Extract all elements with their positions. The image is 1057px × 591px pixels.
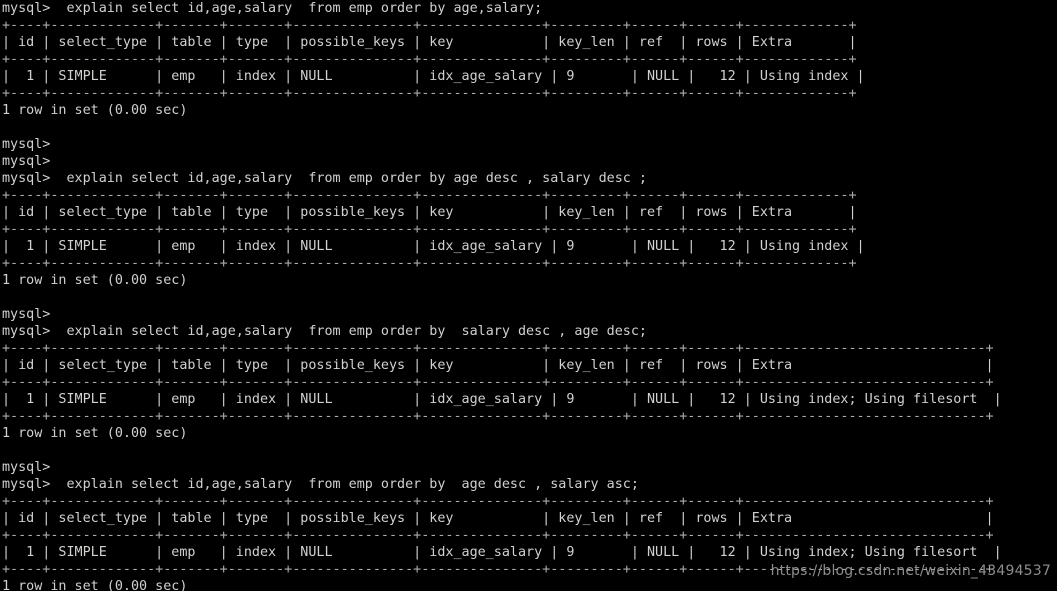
terminal-line: mysql> explain select id,age,salary from… xyxy=(2,477,639,492)
terminal-output: mysql> explain select id,age,salary from… xyxy=(2,0,1002,591)
terminal-line: +----+-------------+-------+-------+----… xyxy=(2,341,994,356)
terminal-line: mysql> xyxy=(2,460,51,475)
terminal-line: mysql> xyxy=(2,137,51,152)
terminal-line: mysql> xyxy=(2,154,51,169)
terminal-line: +----+-------------+-------+-------+----… xyxy=(2,222,857,237)
watermark-text: https://blog.csdn.net/weixin_43494537 xyxy=(770,563,1051,579)
terminal-line: | id | select_type | table | type | poss… xyxy=(2,35,857,50)
terminal-line: +----+-------------+-------+-------+----… xyxy=(2,18,857,33)
terminal-line: +----+-------------+-------+-------+----… xyxy=(2,375,994,390)
terminal-line: +----+-------------+-------+-------+----… xyxy=(2,52,857,67)
terminal-line: +----+-------------+-------+-------+----… xyxy=(2,86,857,101)
terminal-line: | 1 | SIMPLE | emp | index | NULL | idx_… xyxy=(2,545,1002,560)
terminal-line: | 1 | SIMPLE | emp | index | NULL | idx_… xyxy=(2,392,1002,407)
terminal-line: | id | select_type | table | type | poss… xyxy=(2,358,994,373)
terminal-line: mysql> explain select id,age,salary from… xyxy=(2,171,647,186)
terminal-line: mysql> explain select id,age,salary from… xyxy=(2,324,647,339)
terminal-line: +----+-------------+-------+-------+----… xyxy=(2,188,857,203)
terminal-line: +----+-------------+-------+-------+----… xyxy=(2,528,994,543)
terminal-line: | 1 | SIMPLE | emp | index | NULL | idx_… xyxy=(2,239,865,254)
terminal-line: | id | select_type | table | type | poss… xyxy=(2,205,857,220)
terminal-line: +----+-------------+-------+-------+----… xyxy=(2,256,857,271)
terminal-line: 1 row in set (0.00 sec) xyxy=(2,426,188,441)
terminal-line: +----+-------------+-------+-------+----… xyxy=(2,409,994,424)
terminal-line: 1 row in set (0.00 sec) xyxy=(2,103,188,118)
terminal-line: | 1 | SIMPLE | emp | index | NULL | idx_… xyxy=(2,69,865,84)
terminal-line: mysql> xyxy=(2,307,51,322)
terminal-line: +----+-------------+-------+-------+----… xyxy=(2,494,994,509)
terminal-window[interactable]: mysql> explain select id,age,salary from… xyxy=(0,0,1057,591)
terminal-line: 1 row in set (0.00 sec) xyxy=(2,273,188,288)
terminal-line: | id | select_type | table | type | poss… xyxy=(2,511,994,526)
terminal-line: mysql> explain select id,age,salary from… xyxy=(2,1,543,16)
